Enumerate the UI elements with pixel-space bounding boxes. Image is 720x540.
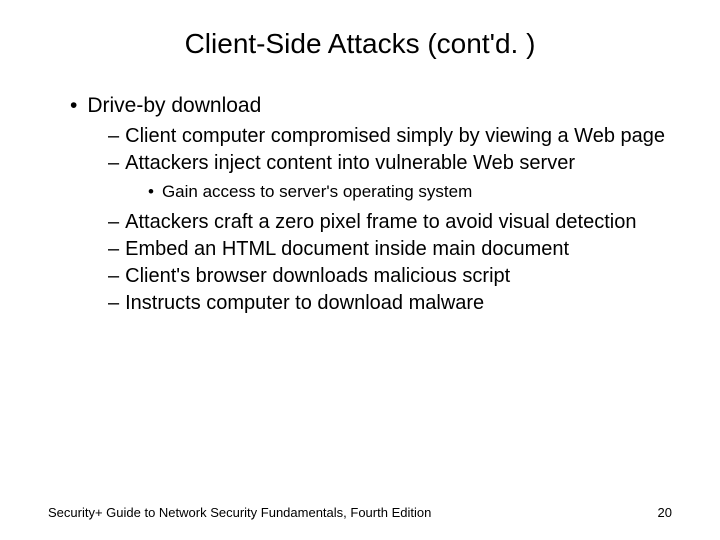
bullet-marker: • <box>148 182 154 201</box>
sub-bullet-text: Gain access to server's operating system <box>162 182 472 201</box>
bullet-text: Drive-by download <box>87 94 261 117</box>
bullet-level2: –Attackers craft a zero pixel frame to a… <box>108 210 672 235</box>
dash-marker: – <box>108 211 119 233</box>
page-number: 20 <box>658 505 672 520</box>
slide-title: Client-Side Attacks (cont'd. ) <box>48 28 672 60</box>
bullet-level1: • Drive-by download <box>70 94 672 118</box>
bullet-marker: • <box>70 94 77 117</box>
footer: Security+ Guide to Network Security Fund… <box>48 505 672 520</box>
dash-marker: – <box>108 265 119 287</box>
bullet-level2: –Attackers inject content into vulnerabl… <box>108 151 672 176</box>
footer-source: Security+ Guide to Network Security Fund… <box>48 505 431 520</box>
bullet-level3: • Gain access to server's operating syste… <box>148 182 672 202</box>
dash-marker: – <box>108 125 119 147</box>
dash-text: Attackers inject content into vulnerable… <box>125 152 575 174</box>
dash-text: Attackers craft a zero pixel frame to av… <box>125 211 636 233</box>
dash-marker: – <box>108 238 119 260</box>
dash-marker: – <box>108 152 119 174</box>
dash-marker: – <box>108 292 119 314</box>
bullet-level2: –Instructs computer to download malware <box>108 291 672 316</box>
dash-text: Embed an HTML document inside main docum… <box>125 238 569 260</box>
dash-text: Instructs computer to download malware <box>125 292 484 314</box>
dash-text: Client computer compromised simply by vi… <box>125 125 665 147</box>
bullet-level2: –Embed an HTML document inside main docu… <box>108 237 672 262</box>
bullet-level2: –Client's browser downloads malicious sc… <box>108 264 672 289</box>
bullet-level2: –Client computer compromised simply by v… <box>108 124 672 149</box>
dash-text: Client's browser downloads malicious scr… <box>125 265 510 287</box>
